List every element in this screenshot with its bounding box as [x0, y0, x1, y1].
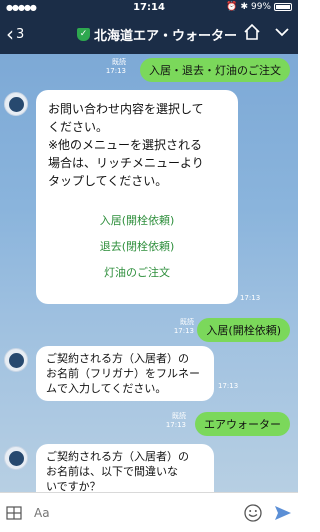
- bluetooth-icon: ✱: [240, 2, 248, 12]
- menu-card: お問い合わせ内容を選択して ください。 ※他のメニューを選択される 場合は、リッ…: [36, 90, 238, 304]
- alarm-icon: ⏰: [226, 2, 238, 12]
- nav-bar: ‹ 3 ✓ 北海道エア・ウォーター: [0, 14, 298, 54]
- back-button[interactable]: ‹ 3: [0, 24, 60, 44]
- message-time: 17:13: [173, 327, 194, 335]
- chevron-down-icon[interactable]: [272, 22, 292, 42]
- send-icon[interactable]: [268, 503, 298, 523]
- message-time: 17:13: [105, 67, 126, 75]
- message-time: 17:13: [240, 294, 261, 302]
- intro-line: ※他のメニューを選択される: [48, 138, 203, 152]
- chat-title-text: 北海道エア・ウォーター: [93, 28, 237, 44]
- message-input[interactable]: [34, 498, 238, 527]
- message-line: いですか？: [46, 480, 101, 492]
- input-bar: [0, 492, 298, 532]
- avatar[interactable]: [4, 348, 28, 372]
- menu-options: 入居(開栓依頼) 退去(閉栓依頼) 灯油のご注文: [48, 208, 226, 286]
- message-line: ご契約される方（入居者）の: [46, 450, 189, 463]
- status-bar: ●●●●● 17:14 ⏰ ✱ 99%: [0, 0, 298, 14]
- avatar[interactable]: [4, 92, 28, 116]
- option-move-in[interactable]: 入居(開栓依頼): [48, 208, 226, 234]
- battery-percent: 99%: [250, 2, 271, 12]
- message-line: お名前は、以下で間違いな: [46, 465, 178, 478]
- company-logo-icon: [8, 450, 24, 466]
- chat-title: ✓ 北海道エア・ウォーター: [72, 25, 242, 44]
- intro-line: ください。: [48, 120, 109, 134]
- message-line: ご契約される方（入居者）の: [46, 352, 189, 365]
- outgoing-message: 入居(開栓依頼): [197, 318, 290, 342]
- status-time: 17:14: [133, 1, 165, 13]
- message-meta: 既読 17:13: [174, 318, 194, 336]
- outgoing-message: 入居・退去・灯油のご注文: [140, 58, 290, 82]
- read-label: 既読: [180, 318, 194, 326]
- incoming-message: ご契約される方（入居者）の お名前（フリガナ）をフルネー ムで入力してください。: [36, 346, 214, 401]
- read-label: 既読: [112, 58, 126, 66]
- read-label: 既読: [172, 412, 186, 420]
- signal-icon: ●●●●●: [6, 2, 37, 12]
- intro-line: お問い合わせ内容を選択して: [48, 102, 204, 116]
- chevron-left-icon: ‹: [6, 22, 14, 46]
- chat-area[interactable]: 既読 17:13 入居・退去・灯油のご注文 お問い合わせ内容を選択して ください…: [0, 54, 298, 492]
- message-time: 17:13: [218, 382, 239, 390]
- avatar[interactable]: [4, 446, 28, 470]
- intro-line: タップしてください。: [48, 174, 168, 188]
- incoming-message: ご契約される方（入居者）の お名前は、以下で間違いな いですか？: [36, 444, 214, 492]
- company-logo-icon: [8, 96, 24, 112]
- message-line: ムで入力してください。: [46, 382, 167, 395]
- verified-shield-icon: ✓: [76, 27, 90, 41]
- menu-intro: お問い合わせ内容を選択して ください。 ※他のメニューを選択される 場合は、リッ…: [48, 100, 226, 190]
- option-move-out[interactable]: 退去(閉栓依頼): [48, 234, 226, 260]
- intro-line: 場合は、リッチメニューより: [48, 156, 204, 170]
- home-icon[interactable]: [242, 22, 262, 42]
- nav-icons: [242, 22, 292, 42]
- message-meta: 既読 17:13: [166, 412, 186, 430]
- status-right: ⏰ ✱ 99%: [226, 2, 292, 12]
- message-meta: 既読 17:13: [106, 58, 126, 76]
- battery-icon: [274, 3, 292, 11]
- company-logo-icon: [8, 352, 24, 368]
- option-kerosene-order[interactable]: 灯油のご注文: [48, 260, 226, 286]
- message-line: お名前（フリガナ）をフルネー: [46, 367, 200, 380]
- message-time: 17:13: [165, 421, 186, 429]
- outgoing-message: エアウォーター: [195, 412, 290, 436]
- emoji-icon[interactable]: [238, 503, 268, 523]
- unread-count: 3: [16, 26, 25, 42]
- menu-grid-icon[interactable]: [0, 505, 28, 521]
